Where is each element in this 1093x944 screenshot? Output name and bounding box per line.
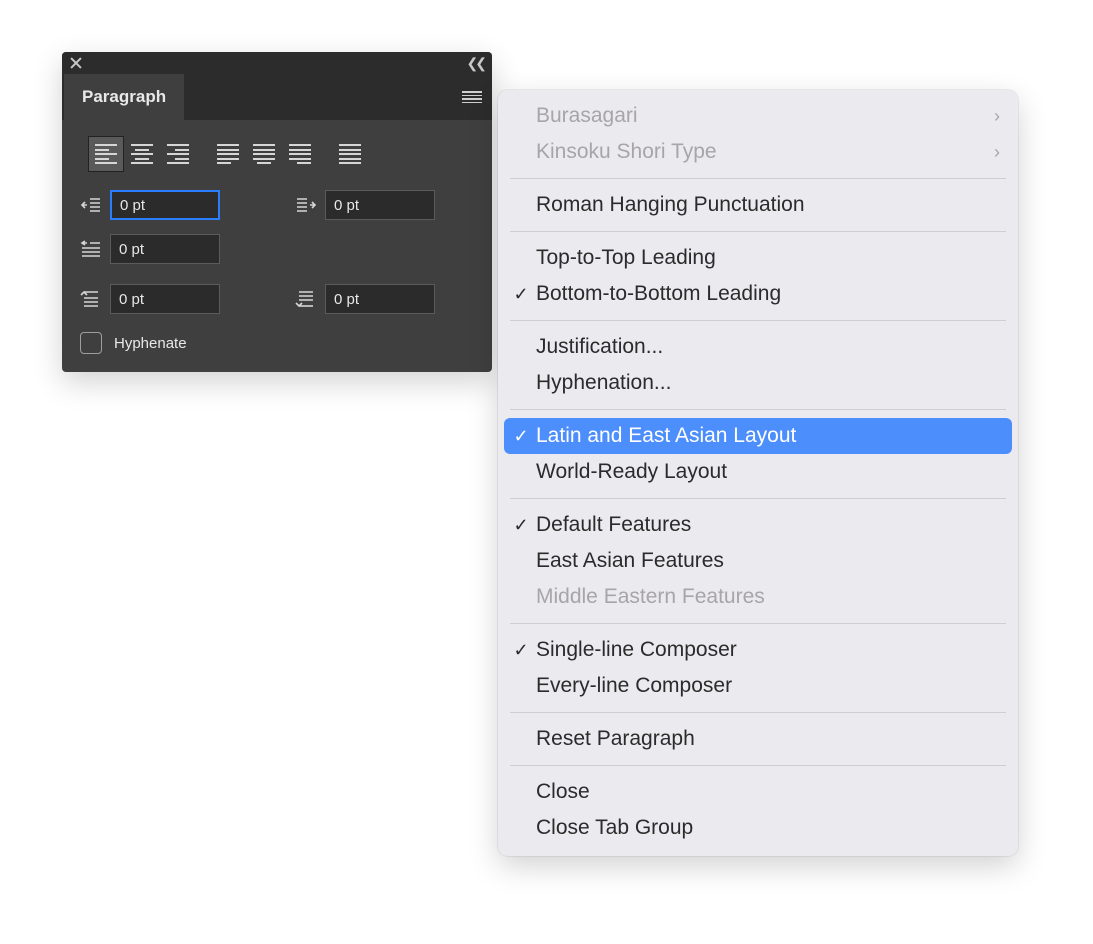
justify-left-icon [217, 144, 239, 164]
hyphenate-label: Hyphenate [114, 335, 187, 352]
justify-right-button[interactable] [282, 136, 318, 172]
first-line-indent-field [80, 234, 259, 264]
menu-separator [510, 765, 1006, 766]
menu-world-layout-label: World-Ready Layout [532, 460, 1000, 484]
align-left-icon [95, 144, 117, 164]
flyout-menu-icon [462, 91, 482, 103]
menu-reset-paragraph-label: Reset Paragraph [532, 727, 1000, 751]
menu-default-features[interactable]: ✓ Default Features [498, 507, 1018, 543]
menu-east-asian-features-label: East Asian Features [532, 549, 1000, 573]
menu-justification-label: Justification... [532, 335, 1000, 359]
menu-kinsoku-label: Kinsoku Shori Type [532, 140, 994, 164]
menu-latin-layout[interactable]: ✓ Latin and East Asian Layout [504, 418, 1012, 454]
menu-burasagari: Burasagari › [498, 98, 1018, 134]
space-after-field [295, 284, 474, 314]
menu-roman-hanging[interactable]: Roman Hanging Punctuation [498, 187, 1018, 223]
menu-burasagari-label: Burasagari [532, 104, 994, 128]
menu-bottom-leading[interactable]: ✓ Bottom-to-Bottom Leading [498, 276, 1018, 312]
tab-paragraph-label: Paragraph [82, 87, 166, 107]
menu-hyphenation[interactable]: Hyphenation... [498, 365, 1018, 401]
menu-justification[interactable]: Justification... [498, 329, 1018, 365]
menu-top-leading-label: Top-to-Top Leading [532, 246, 1000, 270]
space-before-field [80, 284, 259, 314]
panel-body: Hyphenate [62, 120, 492, 372]
panel-tab-row: Paragraph [62, 74, 492, 120]
space-after-input[interactable] [325, 284, 435, 314]
menu-kinsoku: Kinsoku Shori Type › [498, 134, 1018, 170]
panel-titlebar[interactable]: ❮❮ [62, 52, 492, 74]
indent-right-icon [295, 195, 317, 215]
indent-right-input[interactable] [325, 190, 435, 220]
align-right-button[interactable] [160, 136, 196, 172]
menu-separator [510, 498, 1006, 499]
justify-all-button[interactable] [332, 136, 368, 172]
menu-close-label: Close [532, 780, 1000, 804]
menu-separator [510, 712, 1006, 713]
indent-left-icon [80, 195, 102, 215]
menu-bottom-leading-label: Bottom-to-Bottom Leading [532, 282, 1000, 306]
menu-separator [510, 623, 1006, 624]
menu-separator [510, 178, 1006, 179]
menu-single-composer[interactable]: ✓ Single-line Composer [498, 632, 1018, 668]
first-line-indent-icon [80, 239, 102, 259]
menu-reset-paragraph[interactable]: Reset Paragraph [498, 721, 1018, 757]
check-icon: ✓ [510, 640, 532, 661]
first-line-indent-input[interactable] [110, 234, 220, 264]
indent-right-field [295, 190, 474, 220]
menu-close-tab-group[interactable]: Close Tab Group [498, 810, 1018, 846]
menu-east-asian-features[interactable]: East Asian Features [498, 543, 1018, 579]
hyphenate-checkbox[interactable] [80, 332, 102, 354]
tab-paragraph[interactable]: Paragraph [64, 74, 184, 120]
space-before-icon [80, 289, 102, 309]
menu-world-layout[interactable]: World-Ready Layout [498, 454, 1018, 490]
chevron-right-icon: › [994, 106, 1000, 127]
align-center-icon [131, 144, 153, 164]
close-icon[interactable] [70, 57, 82, 69]
space-after-icon [295, 289, 317, 309]
menu-close-tab-group-label: Close Tab Group [532, 816, 1000, 840]
align-right-icon [167, 144, 189, 164]
menu-single-composer-label: Single-line Composer [532, 638, 1000, 662]
check-icon: ✓ [510, 426, 532, 447]
justify-all-icon [339, 144, 361, 164]
menu-every-composer-label: Every-line Composer [532, 674, 1000, 698]
align-left-button[interactable] [88, 136, 124, 172]
menu-separator [510, 409, 1006, 410]
indent-left-input[interactable] [110, 190, 220, 220]
space-before-input[interactable] [110, 284, 220, 314]
check-icon: ✓ [510, 515, 532, 536]
alignment-row [88, 136, 466, 172]
check-icon: ✓ [510, 284, 532, 305]
menu-latin-layout-label: Latin and East Asian Layout [532, 424, 1000, 448]
menu-middle-eastern-features: Middle Eastern Features [498, 579, 1018, 615]
menu-separator [510, 320, 1006, 321]
menu-middle-eastern-features-label: Middle Eastern Features [532, 585, 1000, 609]
paragraph-flyout-menu: Burasagari › Kinsoku Shori Type › Roman … [498, 90, 1018, 856]
panel-flyout-button[interactable] [452, 74, 492, 120]
menu-hyphenation-label: Hyphenation... [532, 371, 1000, 395]
justify-center-icon [253, 144, 275, 164]
paragraph-panel: ❮❮ Paragraph [62, 52, 492, 372]
menu-top-leading[interactable]: Top-to-Top Leading [498, 240, 1018, 276]
chevron-right-icon: › [994, 142, 1000, 163]
menu-every-composer[interactable]: Every-line Composer [498, 668, 1018, 704]
indent-left-field [80, 190, 259, 220]
justify-right-icon [289, 144, 311, 164]
justify-left-button[interactable] [210, 136, 246, 172]
menu-close[interactable]: Close [498, 774, 1018, 810]
align-center-button[interactable] [124, 136, 160, 172]
menu-roman-hanging-label: Roman Hanging Punctuation [532, 193, 1000, 217]
justify-center-button[interactable] [246, 136, 282, 172]
menu-default-features-label: Default Features [532, 513, 1000, 537]
collapse-icon[interactable]: ❮❮ [467, 55, 484, 72]
menu-separator [510, 231, 1006, 232]
